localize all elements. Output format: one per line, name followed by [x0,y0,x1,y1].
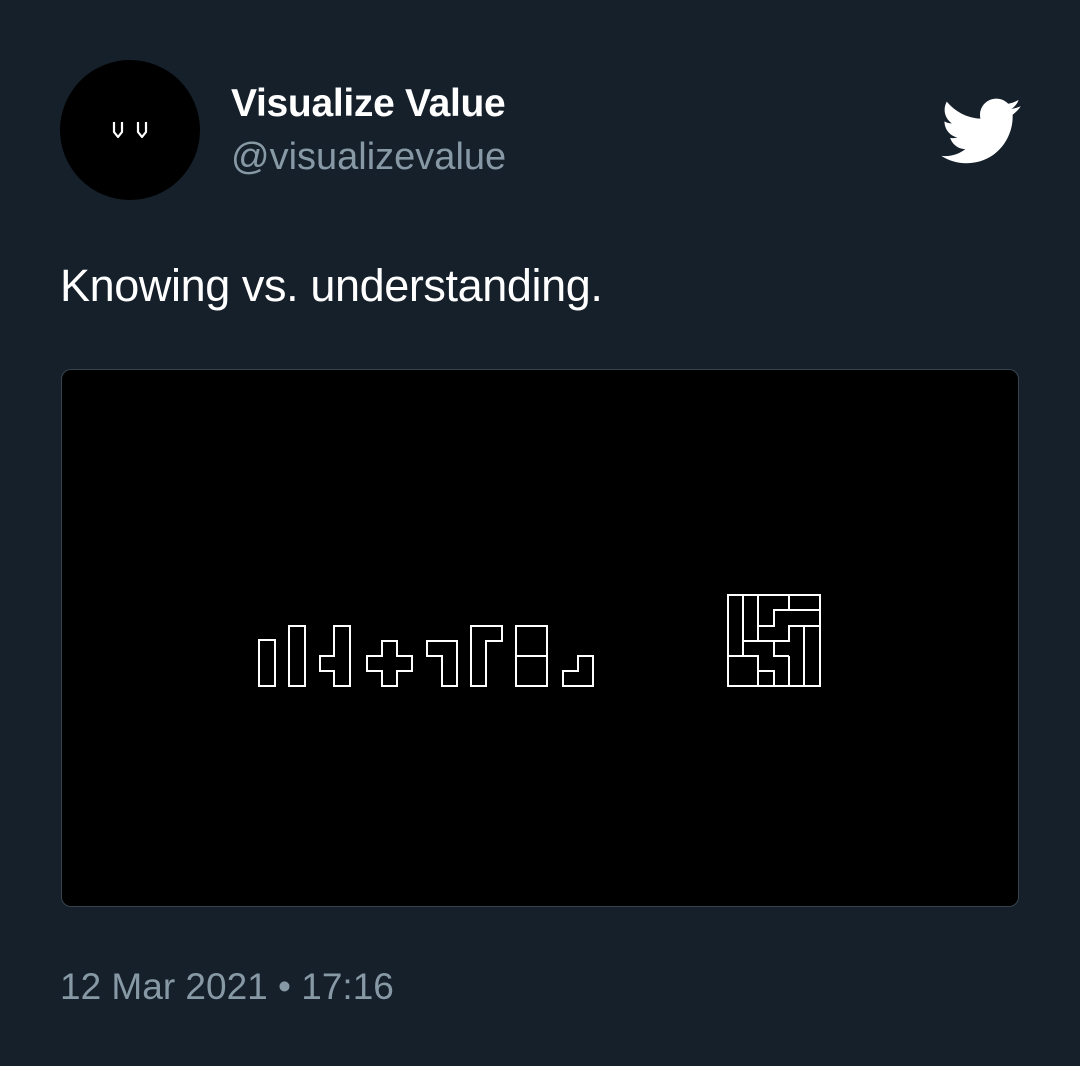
assembled-square-group [727,594,821,687]
tweet-card: Visualize Value @visualizevalue Knowing … [0,0,1080,1066]
author-handle[interactable]: @visualizevalue [231,134,506,180]
author-display-name[interactable]: Visualize Value [231,80,506,128]
tweet-media-image[interactable] [61,369,1019,907]
t-piece [319,625,351,687]
tweet-text: Knowing vs. understanding. [60,260,603,311]
author-avatar[interactable] [60,60,200,200]
twitter-bird-icon[interactable] [938,96,1022,166]
plus-piece [366,640,413,687]
timestamp-separator: • [278,966,291,1007]
l-piece [470,625,503,687]
small-l-piece [562,655,594,687]
tetromino-illustration [258,594,821,687]
j-piece [426,640,458,687]
timestamp-date[interactable]: 12 Mar 2021 [60,966,268,1007]
avatar-logo-icon [112,122,148,139]
tweet-timestamp[interactable]: 12 Mar 2021 • 17:16 [60,964,394,1010]
i-piece-vertical-1 [258,639,276,687]
loose-pieces-group [258,625,594,687]
timestamp-time[interactable]: 17:16 [301,966,394,1007]
i-piece-vertical-2 [288,625,306,687]
